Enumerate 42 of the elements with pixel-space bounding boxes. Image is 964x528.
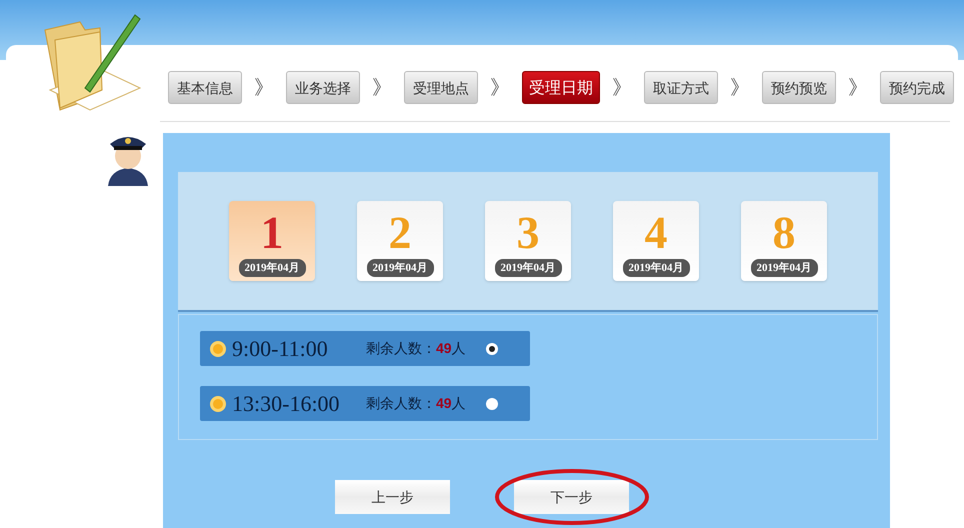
day-number: 8 <box>772 207 796 259</box>
step-tab[interactable]: 预约完成 <box>880 71 954 104</box>
radio-button[interactable] <box>486 342 498 354</box>
remaining-count: 49 <box>436 339 452 358</box>
chevron-separator: 》 <box>611 76 633 100</box>
month-label: 2019年04月 <box>750 259 818 277</box>
remaining-count: 49 <box>436 394 452 413</box>
step-button[interactable]: 下一步 <box>514 480 629 514</box>
day-number: 4 <box>644 207 668 259</box>
day-number: 3 <box>516 207 540 259</box>
month-label: 2019年04月 <box>494 259 562 277</box>
step-tab[interactable]: 业务选择 <box>286 71 360 104</box>
step-tab[interactable]: 受理地点 <box>404 71 478 104</box>
date-card[interactable]: 3 2019年04月 <box>485 201 571 281</box>
step-tab[interactable]: 基本信息 <box>168 71 242 104</box>
chevron-separator: 》 <box>253 76 275 100</box>
time-range: 9:00-11:00 <box>232 335 329 363</box>
remaining-unit: 人 <box>452 394 466 413</box>
month-label: 2019年04月 <box>366 259 434 277</box>
remaining-label: 剩余人数： <box>366 339 436 358</box>
date-card[interactable]: 2 2019年04月 <box>357 201 443 281</box>
radio-button[interactable] <box>486 398 498 410</box>
chevron-separator: 》 <box>489 76 511 100</box>
step-button[interactable]: 上一步 <box>335 480 450 514</box>
time-range: 13:30-16:00 <box>232 390 341 418</box>
day-number: 2 <box>388 207 412 259</box>
time-slot-bar[interactable]: 13:30-16:00 剩余人数：49人 <box>200 386 530 421</box>
day-number: 1 <box>260 207 284 259</box>
date-card[interactable]: 4 2019年04月 <box>613 201 699 281</box>
month-label: 2019年04月 <box>622 259 690 277</box>
chevron-separator: 》 <box>729 76 751 100</box>
time-slot-bar[interactable]: 9:00-11:00 剩余人数：49人 <box>200 331 530 366</box>
month-label: 2019年04月 <box>238 259 306 277</box>
step-tab[interactable]: 预约预览 <box>762 71 836 104</box>
remaining-unit: 人 <box>452 339 466 358</box>
chevron-separator: 》 <box>371 76 393 100</box>
step-tab[interactable]: 受理日期 <box>522 71 600 104</box>
remaining-label: 剩余人数： <box>366 394 436 413</box>
step-tab[interactable]: 取证方式 <box>644 71 718 104</box>
date-card[interactable]: 1 2019年04月 <box>229 201 315 281</box>
chevron-separator: 》 <box>847 76 869 100</box>
date-card[interactable]: 8 2019年04月 <box>741 201 827 281</box>
